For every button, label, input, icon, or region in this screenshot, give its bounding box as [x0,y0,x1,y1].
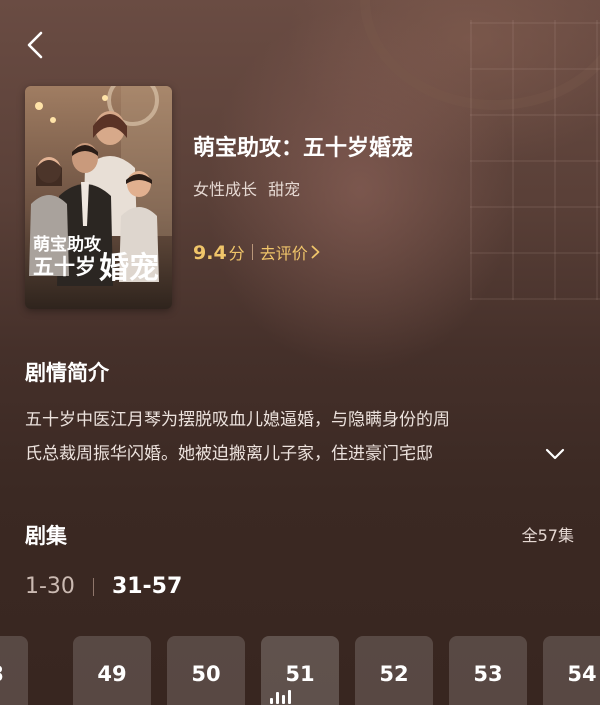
episode-tile[interactable]: 52 [355,636,433,705]
chevron-right-icon [311,245,320,259]
episode-tile[interactable]: 49 [73,636,151,705]
rating-row: 9.4 分 去评价 [193,240,320,264]
episode-tile[interactable]: 50 [167,636,245,705]
rate-button[interactable]: 去评价 [260,240,320,264]
episode-grid: 48 49 50 51 52 53 54 [0,636,600,705]
episodes-heading: 剧集 [25,524,67,548]
episode-tile[interactable]: 53 [449,636,527,705]
backdrop-window [470,20,600,300]
synopsis-text[interactable]: 五十岁中医江月琴为摆脱吸血儿媳逼婚，与隐瞒身份的周 氏总裁周振华闪婚。她被迫搬离… [25,403,545,471]
rating-score: 9.4 [193,242,227,264]
drama-poster[interactable]: 萌宝助攻 五十岁 婚宠 [25,86,172,309]
episode-range-tabs: 1-30 31-57 [25,574,182,599]
episode-tile[interactable]: 48 [0,636,28,705]
poster-title-line1: 萌宝助攻 [33,234,102,255]
back-button[interactable] [20,28,50,62]
poster-title-line2: 五十岁 [33,254,96,279]
expand-synopsis-button[interactable] [544,446,568,466]
synopsis-line: 五十岁中医江月琴为摆脱吸血儿媳逼婚，与隐瞒身份的周 [25,410,450,430]
synopsis-heading: 剧情简介 [25,361,109,385]
episodes-total[interactable]: 全57集 [522,522,574,546]
tag[interactable]: 女性成长 [193,180,257,199]
rate-button-label: 去评价 [259,244,308,263]
tag[interactable]: 甜宠 [268,180,300,199]
equalizer-icon [270,690,291,704]
rating-divider [251,244,253,260]
chevron-left-icon [27,31,43,59]
poster-title-line3: 婚宠 [99,251,159,286]
rating-unit: 分 [228,244,245,263]
range-tab-1-30[interactable]: 1-30 [25,574,75,599]
range-tab-31-57[interactable]: 31-57 [112,574,182,599]
synopsis-line: 氏总裁周振华闪婚。她被迫搬离儿子家，住进豪门宅邸 [25,444,433,464]
poster-artwork: 萌宝助攻 五十岁 婚宠 [25,86,172,309]
drama-tags: 女性成长 甜宠 [193,176,300,200]
range-divider [92,577,94,596]
episode-tile[interactable]: 54 [543,636,600,705]
chevron-down-icon [545,448,565,460]
drama-title: 萌宝助攻：五十岁婚宠 [193,136,414,161]
